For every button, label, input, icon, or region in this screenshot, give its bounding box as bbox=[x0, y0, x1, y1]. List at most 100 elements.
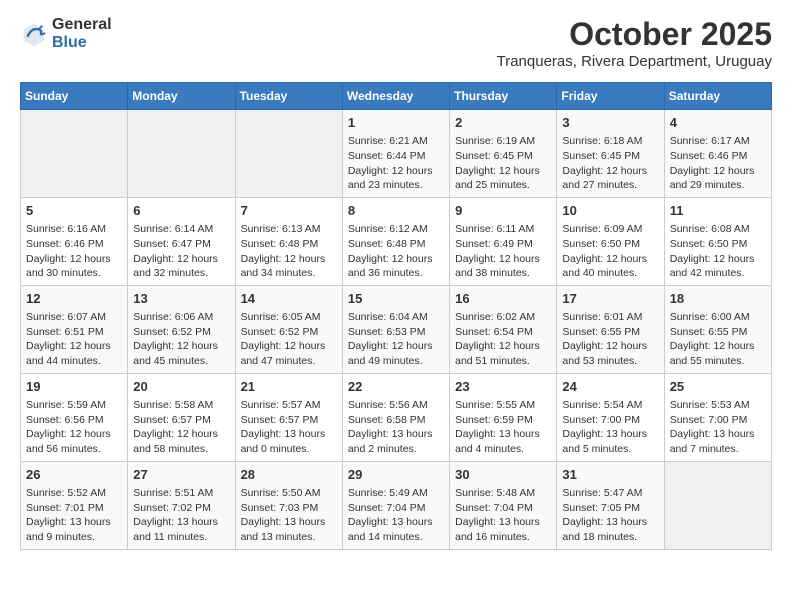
calendar-week-row: 19 Sunrise: 5:59 AM Sunset: 6:56 PM Dayli… bbox=[21, 373, 772, 461]
day-number: 13 bbox=[133, 290, 229, 308]
calendar-cell: 18 Sunrise: 6:00 AM Sunset: 6:55 PM Dayli… bbox=[664, 285, 771, 373]
weekday-header-saturday: Saturday bbox=[664, 83, 771, 110]
day-content: Sunrise: 5:54 AM Sunset: 7:00 PM Dayligh… bbox=[562, 398, 658, 457]
day-content: Sunrise: 5:57 AM Sunset: 6:57 PM Dayligh… bbox=[241, 398, 337, 457]
day-number: 19 bbox=[26, 378, 122, 396]
calendar-cell bbox=[664, 461, 771, 549]
day-content: Sunrise: 6:21 AM Sunset: 6:44 PM Dayligh… bbox=[348, 134, 444, 193]
day-number: 8 bbox=[348, 202, 444, 220]
day-content: Sunrise: 6:13 AM Sunset: 6:48 PM Dayligh… bbox=[241, 222, 337, 281]
day-content: Sunrise: 6:02 AM Sunset: 6:54 PM Dayligh… bbox=[455, 310, 551, 369]
day-content: Sunrise: 5:59 AM Sunset: 6:56 PM Dayligh… bbox=[26, 398, 122, 457]
logo: General Blue bbox=[20, 16, 112, 51]
day-number: 31 bbox=[562, 466, 658, 484]
day-content: Sunrise: 5:55 AM Sunset: 6:59 PM Dayligh… bbox=[455, 398, 551, 457]
calendar-cell: 19 Sunrise: 5:59 AM Sunset: 6:56 PM Dayli… bbox=[21, 373, 128, 461]
calendar-week-row: 1 Sunrise: 6:21 AM Sunset: 6:44 PM Daylig… bbox=[21, 110, 772, 198]
day-number: 11 bbox=[670, 202, 766, 220]
day-number: 23 bbox=[455, 378, 551, 396]
day-number: 30 bbox=[455, 466, 551, 484]
day-number: 2 bbox=[455, 114, 551, 132]
calendar-cell: 13 Sunrise: 6:06 AM Sunset: 6:52 PM Dayli… bbox=[128, 285, 235, 373]
calendar-cell: 9 Sunrise: 6:11 AM Sunset: 6:49 PM Daylig… bbox=[450, 197, 557, 285]
calendar-cell: 21 Sunrise: 5:57 AM Sunset: 6:57 PM Dayli… bbox=[235, 373, 342, 461]
calendar-cell: 6 Sunrise: 6:14 AM Sunset: 6:47 PM Daylig… bbox=[128, 197, 235, 285]
day-number: 28 bbox=[241, 466, 337, 484]
calendar-cell: 30 Sunrise: 5:48 AM Sunset: 7:04 PM Dayli… bbox=[450, 461, 557, 549]
calendar-cell: 14Sunrise: 6:05 AM Sunset: 6:52 PM Dayli… bbox=[235, 285, 342, 373]
calendar-week-row: 5 Sunrise: 6:16 AM Sunset: 6:46 PM Daylig… bbox=[21, 197, 772, 285]
page-header: General Blue October 2025 Tranqueras, Ri… bbox=[20, 16, 772, 70]
day-content: Sunrise: 6:05 AM Sunset: 6:52 PM Dayligh… bbox=[241, 310, 337, 369]
calendar-header-row: SundayMondayTuesdayWednesdayThursdayFrid… bbox=[21, 83, 772, 110]
calendar-cell: 22 Sunrise: 5:56 AM Sunset: 6:58 PM Dayli… bbox=[342, 373, 449, 461]
day-content: Sunrise: 6:18 AM Sunset: 6:45 PM Dayligh… bbox=[562, 134, 658, 193]
day-number: 3 bbox=[562, 114, 658, 132]
day-number: 7 bbox=[241, 202, 337, 220]
weekday-header-wednesday: Wednesday bbox=[342, 83, 449, 110]
logo-text: General Blue bbox=[52, 16, 112, 51]
calendar-cell: 15 Sunrise: 6:04 AM Sunset: 6:53 PM Dayli… bbox=[342, 285, 449, 373]
day-content: Sunrise: 6:16 AM Sunset: 6:46 PM Dayligh… bbox=[26, 222, 122, 281]
calendar-cell: 16 Sunrise: 6:02 AM Sunset: 6:54 PM Dayli… bbox=[450, 285, 557, 373]
day-content: Sunrise: 5:50 AM Sunset: 7:03 PM Dayligh… bbox=[241, 486, 337, 545]
weekday-header-thursday: Thursday bbox=[450, 83, 557, 110]
calendar-cell: 1 Sunrise: 6:21 AM Sunset: 6:44 PM Daylig… bbox=[342, 110, 449, 198]
day-number: 1 bbox=[348, 114, 444, 132]
day-content: Sunrise: 6:19 AM Sunset: 6:45 PM Dayligh… bbox=[455, 134, 551, 193]
calendar-week-row: 12 Sunrise: 6:07 AM Sunset: 6:51 PM Dayli… bbox=[21, 285, 772, 373]
calendar-cell: 31 Sunrise: 5:47 AM Sunset: 7:05 PM Dayli… bbox=[557, 461, 664, 549]
day-content: Sunrise: 6:04 AM Sunset: 6:53 PM Dayligh… bbox=[348, 310, 444, 369]
weekday-header-tuesday: Tuesday bbox=[235, 83, 342, 110]
calendar-table: SundayMondayTuesdayWednesdayThursdayFrid… bbox=[20, 82, 772, 550]
calendar-cell: 27Sunrise: 5:51 AM Sunset: 7:02 PM Dayli… bbox=[128, 461, 235, 549]
calendar-cell: 10 Sunrise: 6:09 AM Sunset: 6:50 PM Dayli… bbox=[557, 197, 664, 285]
day-number: 22 bbox=[348, 378, 444, 396]
day-content: Sunrise: 5:48 AM Sunset: 7:04 PM Dayligh… bbox=[455, 486, 551, 545]
day-number: 17 bbox=[562, 290, 658, 308]
day-content: Sunrise: 6:00 AM Sunset: 6:55 PM Dayligh… bbox=[670, 310, 766, 369]
day-content: Sunrise: 6:11 AM Sunset: 6:49 PM Dayligh… bbox=[455, 222, 551, 281]
day-number: 29 bbox=[348, 466, 444, 484]
day-number: 9 bbox=[455, 202, 551, 220]
day-number: 5 bbox=[26, 202, 122, 220]
calendar-cell: 17 Sunrise: 6:01 AM Sunset: 6:55 PM Dayli… bbox=[557, 285, 664, 373]
calendar-cell: 28 Sunrise: 5:50 AM Sunset: 7:03 PM Dayli… bbox=[235, 461, 342, 549]
day-number: 18 bbox=[670, 290, 766, 308]
day-content: Sunrise: 5:51 AM Sunset: 7:02 PM Dayligh… bbox=[133, 486, 229, 545]
weekday-header-sunday: Sunday bbox=[21, 83, 128, 110]
day-content: Sunrise: 5:52 AM Sunset: 7:01 PM Dayligh… bbox=[26, 486, 122, 545]
day-number: 15 bbox=[348, 290, 444, 308]
day-content: Sunrise: 5:49 AM Sunset: 7:04 PM Dayligh… bbox=[348, 486, 444, 545]
calendar-cell: 24 Sunrise: 5:54 AM Sunset: 7:00 PM Dayli… bbox=[557, 373, 664, 461]
day-content: Sunrise: 6:07 AM Sunset: 6:51 PM Dayligh… bbox=[26, 310, 122, 369]
calendar-cell: 20Sunrise: 5:58 AM Sunset: 6:57 PM Dayli… bbox=[128, 373, 235, 461]
day-number: 4 bbox=[670, 114, 766, 132]
day-number: 6 bbox=[133, 202, 229, 220]
day-content: Sunrise: 6:08 AM Sunset: 6:50 PM Dayligh… bbox=[670, 222, 766, 281]
calendar-cell: 5 Sunrise: 6:16 AM Sunset: 6:46 PM Daylig… bbox=[21, 197, 128, 285]
calendar-cell bbox=[235, 110, 342, 198]
month-title: October 2025 bbox=[497, 16, 772, 53]
day-content: Sunrise: 5:56 AM Sunset: 6:58 PM Dayligh… bbox=[348, 398, 444, 457]
calendar-cell: 12 Sunrise: 6:07 AM Sunset: 6:51 PM Dayli… bbox=[21, 285, 128, 373]
day-number: 24 bbox=[562, 378, 658, 396]
day-number: 10 bbox=[562, 202, 658, 220]
day-content: Sunrise: 6:17 AM Sunset: 6:46 PM Dayligh… bbox=[670, 134, 766, 193]
calendar-cell: 8Sunrise: 6:12 AM Sunset: 6:48 PM Daylig… bbox=[342, 197, 449, 285]
day-content: Sunrise: 6:06 AM Sunset: 6:52 PM Dayligh… bbox=[133, 310, 229, 369]
day-number: 25 bbox=[670, 378, 766, 396]
weekday-header-friday: Friday bbox=[557, 83, 664, 110]
calendar-cell bbox=[21, 110, 128, 198]
calendar-cell: 29 Sunrise: 5:49 AM Sunset: 7:04 PM Dayli… bbox=[342, 461, 449, 549]
title-block: October 2025 Tranqueras, Rivera Departme… bbox=[497, 16, 772, 70]
day-content: Sunrise: 6:14 AM Sunset: 6:47 PM Dayligh… bbox=[133, 222, 229, 281]
calendar-cell: 25Sunrise: 5:53 AM Sunset: 7:00 PM Dayli… bbox=[664, 373, 771, 461]
day-content: Sunrise: 6:01 AM Sunset: 6:55 PM Dayligh… bbox=[562, 310, 658, 369]
day-content: Sunrise: 6:09 AM Sunset: 6:50 PM Dayligh… bbox=[562, 222, 658, 281]
calendar-week-row: 26Sunrise: 5:52 AM Sunset: 7:01 PM Dayli… bbox=[21, 461, 772, 549]
day-number: 12 bbox=[26, 290, 122, 308]
day-number: 21 bbox=[241, 378, 337, 396]
day-number: 16 bbox=[455, 290, 551, 308]
day-content: Sunrise: 5:47 AM Sunset: 7:05 PM Dayligh… bbox=[562, 486, 658, 545]
